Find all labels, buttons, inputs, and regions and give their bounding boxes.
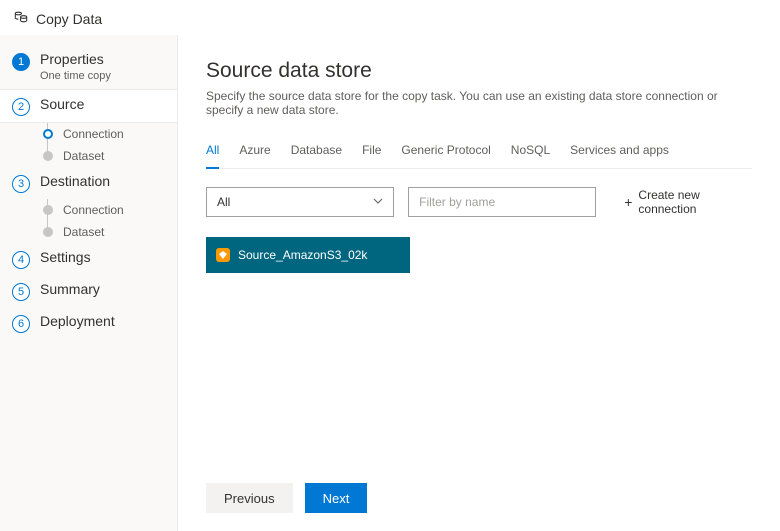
- titlebar: Copy Data: [0, 0, 780, 35]
- step-summary[interactable]: 5 Summary: [0, 275, 177, 307]
- tab-database[interactable]: Database: [291, 143, 342, 169]
- copy-data-icon: [14, 10, 28, 27]
- substep-dot-icon: [43, 129, 53, 139]
- step-label: Deployment: [40, 313, 115, 331]
- create-connection-button[interactable]: + Create new connection: [624, 188, 752, 216]
- step-badge-3: 3: [12, 175, 30, 193]
- connection-name: Source_AmazonS3_02k: [238, 248, 367, 262]
- step-deployment[interactable]: 6 Deployment: [0, 307, 177, 339]
- substep-dot-icon: [43, 205, 53, 215]
- wizard-footer: Previous Next: [206, 469, 752, 531]
- step-badge-2: 2: [12, 98, 30, 116]
- step-label: Summary: [40, 281, 100, 299]
- plus-icon: +: [624, 195, 632, 209]
- previous-button[interactable]: Previous: [206, 483, 293, 513]
- substep-label: Connection: [63, 203, 124, 217]
- substep-source-dataset[interactable]: Dataset: [0, 145, 177, 167]
- step-badge-4: 4: [12, 251, 30, 269]
- create-connection-label: Create new connection: [638, 188, 752, 216]
- category-tabs: All Azure Database File Generic Protocol…: [206, 143, 752, 169]
- tab-all[interactable]: All: [206, 143, 219, 169]
- substep-dot-icon: [43, 151, 53, 161]
- tab-file[interactable]: File: [362, 143, 381, 169]
- page-title: Source data store: [206, 59, 752, 83]
- main-content: Source data store Specify the source dat…: [178, 35, 780, 531]
- step-settings[interactable]: 4 Settings: [0, 243, 177, 275]
- wizard-sidebar: 1 Properties One time copy 2 Source Conn…: [0, 35, 178, 531]
- step-sublabel: One time copy: [40, 70, 111, 84]
- type-filter-select[interactable]: All: [206, 187, 394, 217]
- connection-card[interactable]: Source_AmazonS3_02k: [206, 237, 410, 273]
- substep-dest-connection[interactable]: Connection: [0, 199, 177, 221]
- page-description: Specify the source data store for the co…: [206, 89, 752, 117]
- step-source[interactable]: 2 Source: [0, 89, 177, 123]
- step-label: Settings: [40, 249, 91, 267]
- substep-source-connection[interactable]: Connection: [0, 123, 177, 145]
- tab-services-apps[interactable]: Services and apps: [570, 143, 669, 169]
- next-button[interactable]: Next: [305, 483, 368, 513]
- substep-label: Connection: [63, 127, 124, 141]
- substep-dot-icon: [43, 227, 53, 237]
- app-title: Copy Data: [36, 11, 102, 27]
- step-badge-5: 5: [12, 283, 30, 301]
- substep-dest-dataset[interactable]: Dataset: [0, 221, 177, 243]
- amazon-s3-icon: [216, 248, 230, 262]
- step-label: Properties: [40, 51, 111, 69]
- step-properties[interactable]: 1 Properties One time copy: [0, 45, 177, 89]
- step-badge-1: 1: [12, 53, 30, 71]
- tab-generic-protocol[interactable]: Generic Protocol: [401, 143, 490, 169]
- step-destination[interactable]: 3 Destination: [0, 167, 177, 199]
- step-badge-6: 6: [12, 315, 30, 333]
- substep-label: Dataset: [63, 149, 104, 163]
- tab-azure[interactable]: Azure: [239, 143, 270, 169]
- substep-label: Dataset: [63, 225, 104, 239]
- step-label: Source: [40, 96, 84, 114]
- step-label: Destination: [40, 173, 110, 191]
- chevron-down-icon: [373, 195, 383, 209]
- tab-nosql[interactable]: NoSQL: [511, 143, 550, 169]
- type-filter-value: All: [217, 195, 230, 209]
- name-filter-input[interactable]: [408, 187, 596, 217]
